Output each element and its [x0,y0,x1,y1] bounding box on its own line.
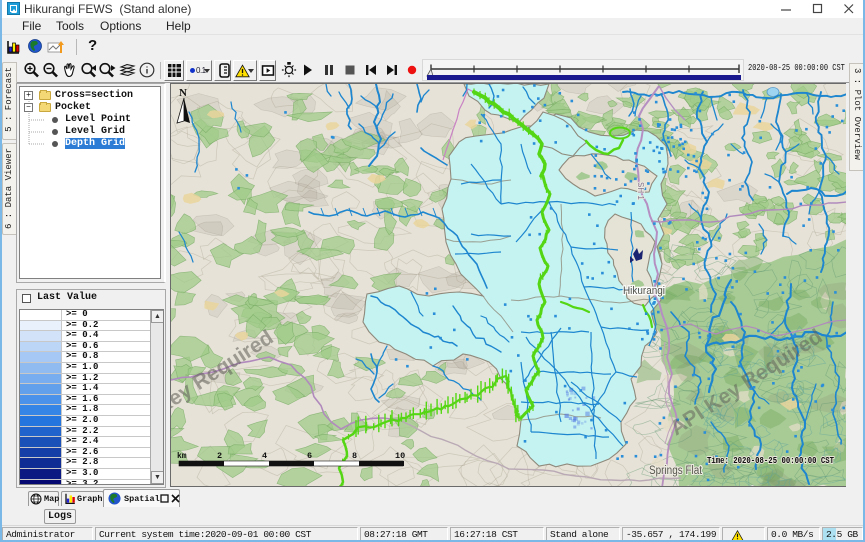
svg-text:Time: 2020-08-25 00:00:00 CST: Time: 2020-08-25 00:00:00 CST [707,455,834,466]
svg-text:10: 10 [395,451,405,461]
svg-text:Hikurangi: Hikurangi [623,285,665,297]
svg-text:6: 6 [307,451,312,461]
svg-text:2: 2 [217,451,222,461]
svg-text:SH 1: SH 1 [636,182,645,200]
svg-text:8: 8 [352,451,357,461]
svg-text:km: km [177,452,187,461]
svg-text:N: N [179,87,187,99]
svg-text:4: 4 [262,451,267,461]
svg-text:Springs Flat: Springs Flat [649,465,703,477]
